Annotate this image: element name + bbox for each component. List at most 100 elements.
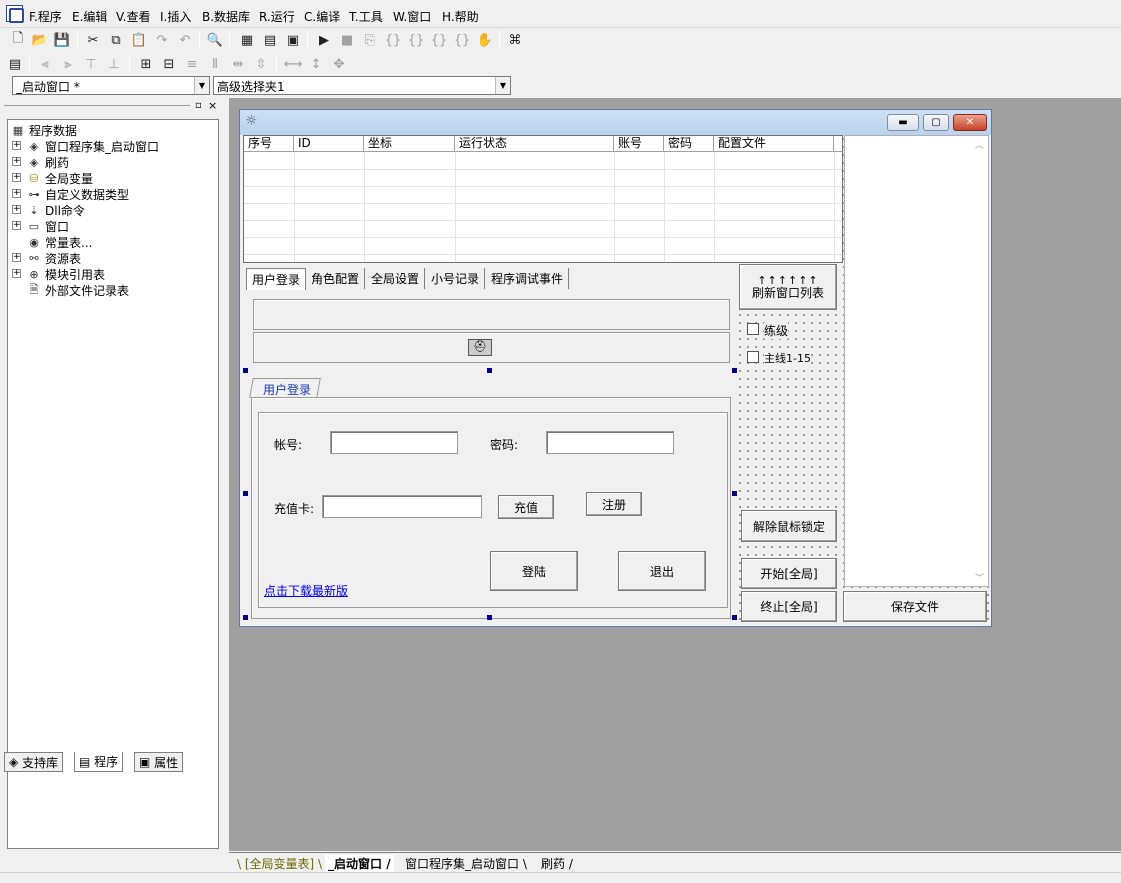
copy-icon[interactable]: ⧉ bbox=[107, 31, 125, 49]
card-input[interactable] bbox=[322, 495, 482, 518]
col-header[interactable]: 坐标 bbox=[364, 136, 455, 152]
form-window[interactable]: ☼ ▬ ▢ ✕ 序号 ID 坐标 运行状态 账号 密码 配置文件 ︿ ﹀ 用户登… bbox=[239, 109, 992, 627]
mainline-checkbox[interactable] bbox=[747, 351, 759, 363]
tree-item[interactable]: ◈ 刷药 bbox=[26, 154, 69, 170]
same-height-icon[interactable]: ⦀ bbox=[206, 55, 224, 73]
selection-handle[interactable] bbox=[487, 368, 492, 373]
account-input[interactable] bbox=[330, 431, 458, 454]
center-vertical-icon[interactable]: ⊟ bbox=[160, 55, 178, 73]
same-width-icon[interactable]: ≡ bbox=[183, 55, 201, 73]
selection-handle[interactable] bbox=[487, 615, 492, 620]
tree-item[interactable]: 🗎 外部文件记录表 bbox=[26, 282, 129, 298]
tree-root[interactable]: ▦ 程序数据 bbox=[10, 122, 77, 138]
tab-drug[interactable]: 刷药 / bbox=[541, 855, 573, 872]
tree-item[interactable]: ◉ 常量表... bbox=[26, 234, 92, 250]
scroll-up-icon[interactable]: ︿ bbox=[975, 138, 984, 151]
run-icon[interactable]: ▶ bbox=[315, 31, 333, 49]
expand-icon[interactable]: + bbox=[12, 157, 21, 166]
hand-icon[interactable]: ✋ bbox=[476, 31, 494, 49]
size-h-icon[interactable]: ⟷ bbox=[284, 55, 303, 73]
selection-handle[interactable] bbox=[732, 615, 737, 620]
app-icon[interactable] bbox=[6, 5, 24, 23]
tab-properties[interactable]: ▣ 属性 bbox=[134, 752, 184, 772]
minimize-button[interactable]: ▬ bbox=[887, 114, 919, 131]
tree-item[interactable]: ⚯ 资源表 bbox=[26, 250, 81, 266]
menu-insert[interactable]: I.插入 bbox=[160, 8, 191, 25]
paste-icon[interactable]: 📋 bbox=[130, 31, 148, 49]
tab-program[interactable]: ▤ 程序 bbox=[74, 752, 124, 772]
col-header[interactable]: 配置文件 bbox=[714, 136, 834, 152]
recharge-button[interactable]: 充值 bbox=[498, 495, 554, 519]
size-v-icon[interactable]: ↕ bbox=[307, 55, 325, 73]
close-icon[interactable]: × bbox=[208, 99, 217, 112]
menu-run[interactable]: R.运行 bbox=[259, 8, 295, 25]
group-tab-label[interactable]: 用户登录 bbox=[263, 381, 311, 398]
selection-handle[interactable] bbox=[243, 491, 248, 496]
binoculars-icon[interactable]: ⌘ bbox=[506, 31, 524, 49]
tree-item[interactable]: ⇣ Dll命令 bbox=[26, 202, 85, 218]
undo-icon[interactable]: ↶ bbox=[176, 31, 194, 49]
selection-handle[interactable] bbox=[732, 491, 737, 496]
menu-tools[interactable]: T.工具 bbox=[349, 8, 383, 25]
step-into-icon[interactable]: {} bbox=[384, 31, 402, 49]
expand-icon[interactable]: + bbox=[12, 173, 21, 182]
form-icon[interactable]: ▤ bbox=[6, 55, 24, 73]
expand-icon[interactable]: + bbox=[12, 253, 21, 262]
run-to-cursor-icon[interactable]: {} bbox=[453, 31, 471, 49]
step-over-icon[interactable]: {} bbox=[407, 31, 425, 49]
debug-step-icon[interactable]: ⎘ bbox=[361, 31, 379, 49]
tab-role-config[interactable]: 角色配置 bbox=[306, 268, 366, 289]
tab-global-settings[interactable]: 全局设置 bbox=[366, 268, 426, 289]
tree-item[interactable]: ⛁ 全局变量 bbox=[26, 170, 93, 186]
step-out-icon[interactable]: {} bbox=[430, 31, 448, 49]
selection-handle[interactable] bbox=[243, 368, 248, 373]
form-titlebar[interactable]: ☼ ▬ ▢ ✕ bbox=[240, 110, 991, 135]
menu-database[interactable]: B.数据库 bbox=[202, 8, 250, 25]
tree-item[interactable]: ◈ 窗口程序集_启动窗口 bbox=[26, 138, 159, 154]
tab-alt-accounts[interactable]: 小号记录 bbox=[426, 268, 486, 289]
close-button[interactable]: ✕ bbox=[953, 114, 987, 131]
login-button[interactable]: 登陆 bbox=[490, 551, 578, 591]
tab-global-vars[interactable]: \ [全局变量表] \ bbox=[237, 855, 322, 872]
control-select[interactable]: 高级选择夹1 ▼ bbox=[213, 76, 511, 95]
tab-startup-window[interactable]: _启动窗口 / bbox=[325, 855, 394, 872]
chevron-down-icon[interactable]: ▼ bbox=[495, 77, 510, 94]
window-select[interactable]: _启动窗口 * ▼ bbox=[12, 76, 210, 95]
tree-item[interactable]: ▭ 窗口 bbox=[26, 218, 69, 234]
leveling-checkbox[interactable] bbox=[747, 323, 759, 335]
game-window-list[interactable]: 序号 ID 坐标 运行状态 账号 密码 配置文件 bbox=[243, 135, 843, 263]
tab-support-library[interactable]: ◈ 支持库 bbox=[4, 752, 64, 772]
chevron-down-icon[interactable]: ▼ bbox=[194, 77, 209, 94]
open-folder-icon[interactable]: 📂 bbox=[31, 31, 49, 49]
menu-view[interactable]: V.查看 bbox=[116, 8, 150, 25]
align-top-icon[interactable]: ⊤ bbox=[82, 55, 100, 73]
save-icon[interactable]: 💾 bbox=[53, 31, 71, 49]
exit-button[interactable]: 退出 bbox=[618, 551, 706, 591]
stop-icon[interactable]: ■ bbox=[338, 31, 356, 49]
selection-handle[interactable] bbox=[243, 615, 248, 620]
refresh-window-list-button[interactable]: ↑↑↑↑↑↑ 刷新窗口列表 bbox=[739, 264, 837, 310]
find-icon[interactable]: 🔍 bbox=[206, 31, 224, 49]
align-right-icon[interactable]: ⫸ bbox=[59, 55, 77, 73]
expand-icon[interactable]: + bbox=[12, 189, 21, 198]
expand-icon[interactable]: + bbox=[12, 221, 21, 230]
cut-icon[interactable]: ✂ bbox=[84, 31, 102, 49]
restore-icon[interactable]: ▫ bbox=[195, 100, 202, 111]
tab-window-assembly[interactable]: 窗口程序集_启动窗口 \ bbox=[405, 855, 527, 872]
size-both-icon[interactable]: ✥ bbox=[330, 55, 348, 73]
expand-icon[interactable]: + bbox=[12, 205, 21, 214]
scroll-down-icon[interactable]: ﹀ bbox=[975, 571, 984, 584]
register-button[interactable]: 注册 bbox=[586, 492, 642, 516]
new-file-icon[interactable]: 🗋 bbox=[9, 31, 27, 49]
redo-icon[interactable]: ↷ bbox=[153, 31, 171, 49]
tab-debug-events[interactable]: 程序调试事件 bbox=[486, 268, 570, 289]
layout-grid-icon[interactable]: ▣ bbox=[284, 31, 302, 49]
password-input[interactable] bbox=[546, 431, 674, 454]
tree-item[interactable]: ⊶ 自定义数据类型 bbox=[26, 186, 130, 202]
col-header[interactable]: 运行状态 bbox=[455, 136, 614, 152]
maximize-button[interactable]: ▢ bbox=[923, 114, 949, 131]
col-header[interactable]: 序号 bbox=[244, 136, 294, 152]
layout-left-icon[interactable]: ▦ bbox=[238, 31, 256, 49]
col-header[interactable]: 密码 bbox=[664, 136, 714, 152]
menu-compile[interactable]: C.编译 bbox=[304, 8, 340, 25]
